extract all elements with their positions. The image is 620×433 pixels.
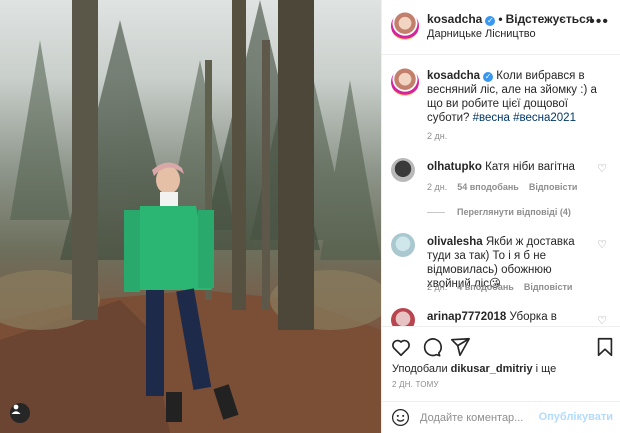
caption-username[interactable]: kosadcha [427,70,480,82]
post-date[interactable]: 2 ДН. ТОМУ [392,380,439,389]
reply-button[interactable]: Відповісти [524,282,573,292]
bookmark-icon[interactable] [594,336,616,358]
caption-time: 2 дн. [427,131,448,141]
more-icon[interactable]: ••• [589,14,609,30]
comment-meta: 2 дн. 54 вподобань Відповісти [427,182,577,192]
liked-by-suffix[interactable]: і ще [536,363,557,375]
view-replies-label: Переглянути відповіді (4) [457,207,571,217]
comment-item: olhatupko Катя ніби вагітна [427,160,592,174]
post-actions: Уподобали dikusar_dmitriy і ще 2 ДН. ТОМ… [382,326,620,401]
separator-dot: • [498,12,503,26]
reply-button[interactable]: Відповісти [529,182,578,192]
commenter-avatar[interactable] [391,308,415,326]
location-link[interactable]: Дарницьке Лісництво [427,28,536,40]
verified-icon: ✓ [483,72,494,82]
caption-author-avatar[interactable] [391,68,419,96]
view-replies-button[interactable]: Переглянути відповіді (4) [427,207,571,217]
author-header-line: kosadcha ✓ • Відстежується [427,12,593,26]
verified-icon: ✓ [485,16,496,26]
post-caption: kosadcha ✓ Коли вибрався в весняний ліс, … [427,69,609,125]
post-header: kosadcha ✓ • Відстежується Дарницьке Лісниц… [382,0,620,55]
comment-username[interactable]: olivalesha [427,236,483,248]
comment-item: arinap7772018 Уборка в [427,310,592,324]
add-comment-bar: Опублікувати [382,401,620,433]
post-photo[interactable] [0,0,381,433]
comment-likes[interactable]: 54 вподобань [457,182,519,192]
heart-icon[interactable]: ♡ [597,314,607,326]
heart-icon[interactable]: ♡ [597,162,607,175]
post-side-panel: kosadcha ✓ • Відстежується Дарницьке Лісниц… [381,0,620,433]
share-icon[interactable] [449,336,471,358]
caption-hashtags[interactable]: #весна #весна2021 [473,112,576,124]
publish-button[interactable]: Опублікувати [539,411,613,423]
commenter-avatar[interactable] [391,233,415,257]
comments-list[interactable]: kosadcha ✓ Коли вибрався в весняний ліс, … [382,56,620,326]
heart-icon[interactable]: ♡ [597,238,607,251]
author-avatar[interactable] [391,12,419,40]
heart-icon[interactable] [390,336,412,358]
user-tag-icon[interactable] [10,403,30,423]
author-username[interactable]: kosadcha [427,12,482,26]
follow-status-button[interactable]: Відстежується [506,12,593,26]
comment-time: 2 дн. [427,182,448,192]
comment-icon[interactable] [420,336,442,358]
comment-username[interactable]: arinap7772018 [427,311,506,323]
comment-username[interactable]: olhatupko [427,161,482,173]
forest-photo-illustration [0,0,381,433]
comment-text: Уборка в [509,311,557,323]
replies-divider [427,211,445,213]
commenter-avatar[interactable] [391,158,415,182]
comment-time: 2 дн. [427,282,448,292]
liked-by-user[interactable]: dikusar_dmitriy [451,363,533,375]
comment-meta: 2 дн. 4 вподобань Відповісти [427,282,572,292]
comment-text: Катя ніби вагітна [485,161,575,173]
liked-by-line: Уподобали dikusar_dmitriy і ще [392,363,556,375]
emoji-icon[interactable] [391,408,410,427]
comment-likes[interactable]: 4 вподобань [457,282,514,292]
liked-by-prefix: Уподобали [392,363,448,375]
